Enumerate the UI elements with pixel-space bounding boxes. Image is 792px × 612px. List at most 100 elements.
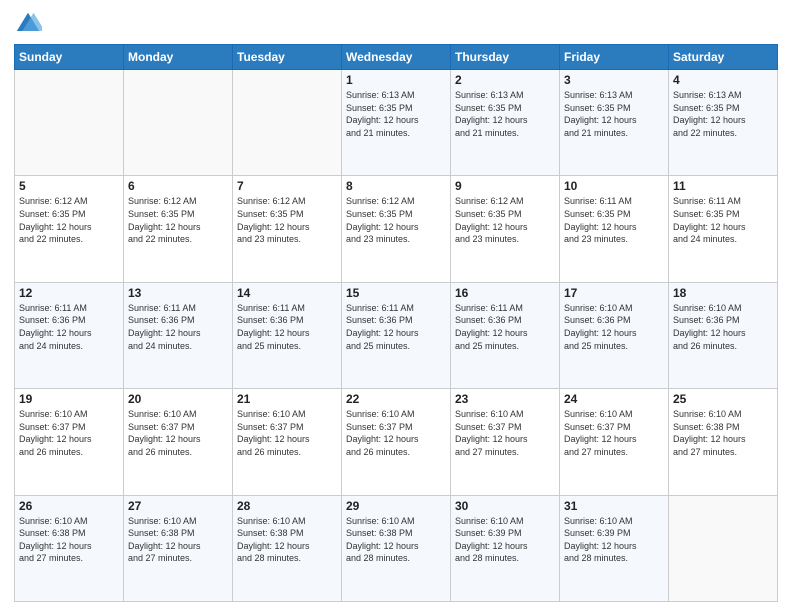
day-info: Sunrise: 6:10 AM Sunset: 6:38 PM Dayligh… [128,515,228,565]
day-info: Sunrise: 6:10 AM Sunset: 6:37 PM Dayligh… [19,408,119,458]
day-info: Sunrise: 6:10 AM Sunset: 6:36 PM Dayligh… [564,302,664,352]
day-number: 24 [564,392,664,406]
calendar-cell: 4 Sunrise: 6:13 AM Sunset: 6:35 PM Daylig… [669,70,778,176]
day-number: 16 [455,286,555,300]
page: SundayMondayTuesdayWednesdayThursdayFrid… [0,0,792,612]
calendar-cell: 14Sunrise: 6:11 AM Sunset: 6:36 PM Dayli… [233,282,342,388]
calendar-cell: 10 Sunrise: 6:11 AM Sunset: 6:35 PM Dayli… [560,176,669,282]
weekday-header-thursday: Thursday [451,45,560,70]
calendar-cell [15,70,124,176]
day-info: Sunrise: 6:10 AM Sunset: 6:38 PM Dayligh… [673,408,773,458]
day-info: Sunrise: 6:12 AM Sunset: 6:35 PM Dayligh… [128,195,228,245]
calendar-cell: 13 Sunrise: 6:11 AM Sunset: 6:36 PM Dayli… [124,282,233,388]
day-number: 29 [346,499,446,513]
calendar-cell: 30Sunrise: 6:10 AM Sunset: 6:39 PM Dayli… [451,495,560,601]
day-number: 17 [564,286,664,300]
weekday-header-wednesday: Wednesday [342,45,451,70]
calendar-cell: 3 Sunrise: 6:13 AM Sunset: 6:35 PM Daylig… [560,70,669,176]
calendar-cell: 6 Sunrise: 6:12 AM Sunset: 6:35 PM Daylig… [124,176,233,282]
day-number: 25 [673,392,773,406]
day-info: Sunrise: 6:12 AM Sunset: 6:35 PM Dayligh… [346,195,446,245]
day-number: 27 [128,499,228,513]
calendar-cell: 8 Sunrise: 6:12 AM Sunset: 6:35 PM Daylig… [342,176,451,282]
day-number: 22 [346,392,446,406]
calendar-cell: 17 Sunrise: 6:10 AM Sunset: 6:36 PM Dayli… [560,282,669,388]
calendar-cell: 1 Sunrise: 6:13 AM Sunset: 6:35 PM Daylig… [342,70,451,176]
day-number: 1 [346,73,446,87]
day-info: Sunrise: 6:10 AM Sunset: 6:37 PM Dayligh… [237,408,337,458]
day-info: Sunrise: 6:13 AM Sunset: 6:35 PM Dayligh… [673,89,773,139]
calendar-cell: 29Sunrise: 6:10 AM Sunset: 6:38 PM Dayli… [342,495,451,601]
calendar-cell: 12 Sunrise: 6:11 AM Sunset: 6:36 PM Dayli… [15,282,124,388]
calendar-cell: 15 Sunrise: 6:11 AM Sunset: 6:36 PM Dayli… [342,282,451,388]
day-info: Sunrise: 6:11 AM Sunset: 6:36 PM Dayligh… [237,302,337,352]
day-info: Sunrise: 6:10 AM Sunset: 6:37 PM Dayligh… [564,408,664,458]
calendar-cell: 2 Sunrise: 6:13 AM Sunset: 6:35 PM Daylig… [451,70,560,176]
calendar-cell: 26 Sunrise: 6:10 AM Sunset: 6:38 PM Dayli… [15,495,124,601]
day-number: 31 [564,499,664,513]
calendar-cell: 22 Sunrise: 6:10 AM Sunset: 6:37 PM Dayli… [342,389,451,495]
calendar-cell [124,70,233,176]
day-info: Sunrise: 6:13 AM Sunset: 6:35 PM Dayligh… [564,89,664,139]
day-info: Sunrise: 6:11 AM Sunset: 6:35 PM Dayligh… [564,195,664,245]
weekday-header-saturday: Saturday [669,45,778,70]
calendar-cell: 23Sunrise: 6:10 AM Sunset: 6:37 PM Dayli… [451,389,560,495]
day-info: Sunrise: 6:10 AM Sunset: 6:37 PM Dayligh… [346,408,446,458]
day-number: 26 [19,499,119,513]
day-number: 20 [128,392,228,406]
day-number: 6 [128,179,228,193]
day-number: 3 [564,73,664,87]
day-info: Sunrise: 6:11 AM Sunset: 6:36 PM Dayligh… [346,302,446,352]
calendar-cell: 20 Sunrise: 6:10 AM Sunset: 6:37 PM Dayli… [124,389,233,495]
day-number: 13 [128,286,228,300]
weekday-header-friday: Friday [560,45,669,70]
day-number: 12 [19,286,119,300]
day-number: 11 [673,179,773,193]
calendar-cell: 24 Sunrise: 6:10 AM Sunset: 6:37 PM Dayli… [560,389,669,495]
day-number: 30 [455,499,555,513]
day-number: 28 [237,499,337,513]
week-row-2: 5Sunrise: 6:12 AM Sunset: 6:35 PM Daylig… [15,176,778,282]
day-info: Sunrise: 6:11 AM Sunset: 6:36 PM Dayligh… [128,302,228,352]
day-number: 10 [564,179,664,193]
day-info: Sunrise: 6:11 AM Sunset: 6:36 PM Dayligh… [455,302,555,352]
day-number: 19 [19,392,119,406]
day-number: 18 [673,286,773,300]
calendar-cell: 19 Sunrise: 6:10 AM Sunset: 6:37 PM Dayli… [15,389,124,495]
day-info: Sunrise: 6:11 AM Sunset: 6:35 PM Dayligh… [673,195,773,245]
logo [14,10,46,38]
day-number: 4 [673,73,773,87]
day-number: 9 [455,179,555,193]
calendar-cell: 21 Sunrise: 6:10 AM Sunset: 6:37 PM Dayli… [233,389,342,495]
calendar-cell: 25 Sunrise: 6:10 AM Sunset: 6:38 PM Dayli… [669,389,778,495]
weekday-header-tuesday: Tuesday [233,45,342,70]
day-info: Sunrise: 6:12 AM Sunset: 6:35 PM Dayligh… [455,195,555,245]
day-number: 8 [346,179,446,193]
calendar-cell: 28 Sunrise: 6:10 AM Sunset: 6:38 PM Dayli… [233,495,342,601]
day-info: Sunrise: 6:13 AM Sunset: 6:35 PM Dayligh… [455,89,555,139]
week-row-4: 19 Sunrise: 6:10 AM Sunset: 6:37 PM Dayli… [15,389,778,495]
day-number: 21 [237,392,337,406]
day-info: Sunrise: 6:12 AM Sunset: 6:35 PM Dayligh… [19,195,119,245]
calendar-cell [233,70,342,176]
week-row-5: 26 Sunrise: 6:10 AM Sunset: 6:38 PM Dayli… [15,495,778,601]
day-info: Sunrise: 6:11 AM Sunset: 6:36 PM Dayligh… [19,302,119,352]
day-info: Sunrise: 6:10 AM Sunset: 6:37 PM Dayligh… [455,408,555,458]
day-info: Sunrise: 6:13 AM Sunset: 6:35 PM Dayligh… [346,89,446,139]
calendar-cell: 9 Sunrise: 6:12 AM Sunset: 6:35 PM Daylig… [451,176,560,282]
day-info: Sunrise: 6:10 AM Sunset: 6:38 PM Dayligh… [237,515,337,565]
day-number: 7 [237,179,337,193]
day-info: Sunrise: 6:12 AM Sunset: 6:35 PM Dayligh… [237,195,337,245]
day-number: 2 [455,73,555,87]
calendar-table: SundayMondayTuesdayWednesdayThursdayFrid… [14,44,778,602]
calendar-cell: 11 Sunrise: 6:11 AM Sunset: 6:35 PM Dayli… [669,176,778,282]
day-info: Sunrise: 6:10 AM Sunset: 6:39 PM Dayligh… [564,515,664,565]
calendar-cell: 5Sunrise: 6:12 AM Sunset: 6:35 PM Daylig… [15,176,124,282]
calendar-cell: 7 Sunrise: 6:12 AM Sunset: 6:35 PM Daylig… [233,176,342,282]
day-number: 15 [346,286,446,300]
calendar-cell [669,495,778,601]
day-info: Sunrise: 6:10 AM Sunset: 6:37 PM Dayligh… [128,408,228,458]
weekday-header-sunday: Sunday [15,45,124,70]
day-info: Sunrise: 6:10 AM Sunset: 6:38 PM Dayligh… [19,515,119,565]
calendar-cell: 27 Sunrise: 6:10 AM Sunset: 6:38 PM Dayli… [124,495,233,601]
